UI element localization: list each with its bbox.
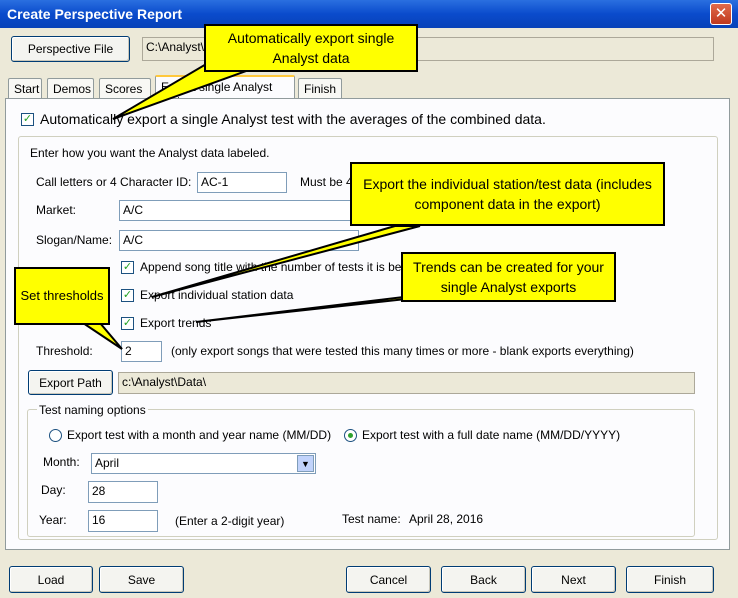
station-data-pointer [151,225,421,298]
station-data-callout: Export the individual station/test data … [350,162,665,226]
auto-export-callout: Automatically export single Analyst data [204,24,418,72]
thresholds-callout: Set thresholds [14,267,110,325]
callout-pointers [79,48,471,350]
thresholds-pointer [79,322,123,350]
trends-callout: Trends can be created for your single An… [401,252,616,302]
